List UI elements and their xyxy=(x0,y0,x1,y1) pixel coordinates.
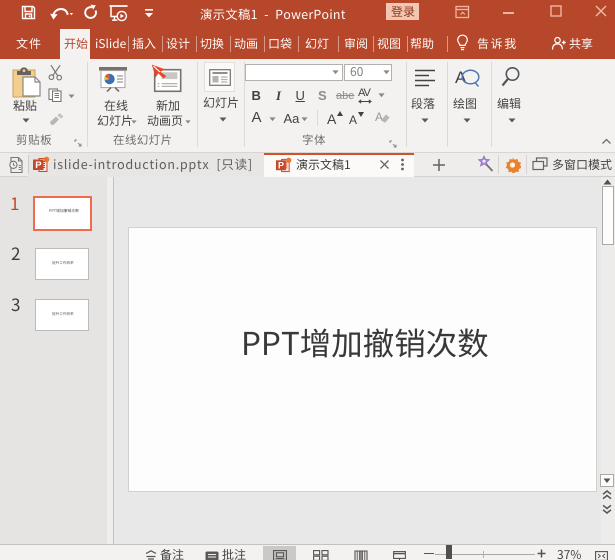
svg-text:A: A xyxy=(375,110,383,124)
svg-text:P: P xyxy=(278,160,284,170)
svg-text:A: A xyxy=(455,68,467,87)
svg-text:P: P xyxy=(35,160,42,171)
